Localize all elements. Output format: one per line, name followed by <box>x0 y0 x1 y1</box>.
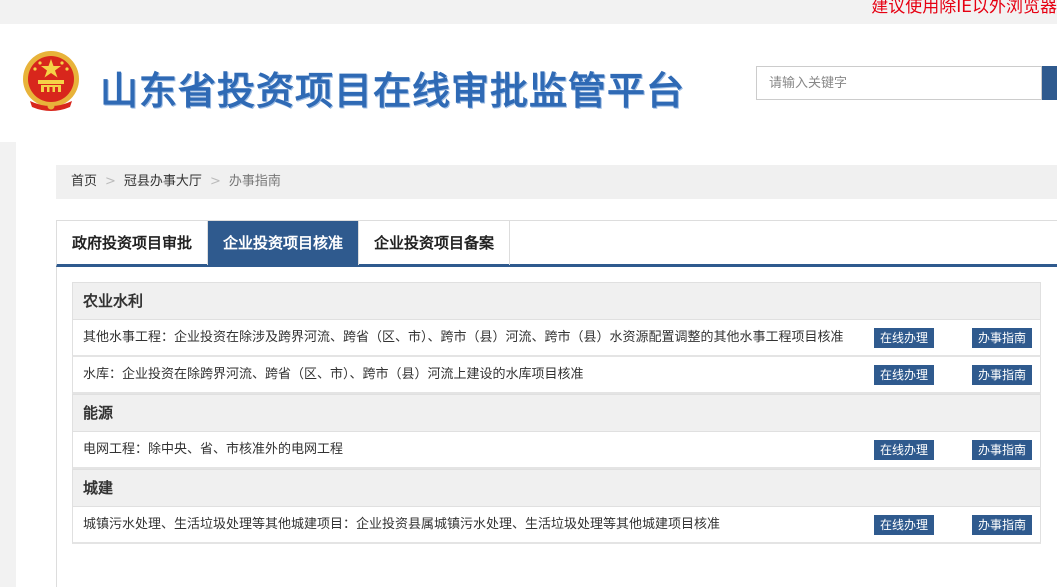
list-item: 城镇污水处理、生活垃圾处理等其他城建项目：企业投资县属城镇污水处理、生活垃圾处理… <box>72 507 1041 544</box>
item-title: 电网工程：除中央、省、市核准外的电网工程 <box>83 442 344 457</box>
tab-bar: 政府投资项目审批 企业投资项目核准 企业投资项目备案 <box>56 220 1057 267</box>
guide-button[interactable]: 办事指南 <box>971 439 1032 460</box>
list-item: 电网工程：除中央、省、市核准外的电网工程 在线办理 办事指南 <box>72 432 1041 469</box>
item-title: 城镇污水处理、生活垃圾处理等其他城建项目：企业投资县属城镇污水处理、生活垃圾处理… <box>83 517 721 532</box>
browser-notice: 建议使用除IE以外浏览器 <box>871 0 1057 17</box>
search-button[interactable] <box>1042 66 1057 100</box>
online-apply-button[interactable]: 在线办理 <box>873 514 934 535</box>
category-header: 城建 <box>72 469 1041 507</box>
breadcrumb-separator: > <box>105 174 116 189</box>
search-input[interactable] <box>756 66 1042 100</box>
breadcrumb-current: 办事指南 <box>228 174 281 189</box>
breadcrumb-home[interactable]: 首页 <box>71 174 97 189</box>
tab-enterprise-approval[interactable]: 企业投资项目核准 <box>208 221 360 265</box>
guide-button[interactable]: 办事指南 <box>971 327 1032 348</box>
guide-button[interactable]: 办事指南 <box>971 364 1032 385</box>
breadcrumb: 首页 > 冠县办事大厅 > 办事指南 <box>56 165 1057 199</box>
site-header: 山东省投资项目在线审批监管平台 <box>0 24 1057 142</box>
online-apply-button[interactable]: 在线办理 <box>873 364 934 385</box>
top-notice-bar: 建议使用除IE以外浏览器 <box>0 0 1057 24</box>
list-item: 水库：企业投资在除跨界河流、跨省（区、市）、跨市（县）河流上建设的水库项目核准 … <box>72 357 1041 394</box>
list-item: 其他水事工程：企业投资在除涉及跨界河流、跨省（区、市）、跨市（县）河流、跨市（县… <box>72 320 1041 357</box>
online-apply-button[interactable]: 在线办理 <box>873 439 934 460</box>
tab-enterprise-filing[interactable]: 企业投资项目备案 <box>359 221 511 265</box>
category-header: 农业水利 <box>72 282 1041 320</box>
category-header: 能源 <box>72 394 1041 432</box>
national-emblem-icon <box>23 51 79 111</box>
breadcrumb-separator: > <box>209 174 221 189</box>
item-title: 水库：企业投资在除跨界河流、跨省（区、市）、跨市（县）河流上建设的水库项目核准 <box>83 367 584 382</box>
guide-list: 农业水利 其他水事工程：企业投资在除涉及跨界河流、跨省（区、市）、跨市（县）河流… <box>56 267 1057 587</box>
item-title: 其他水事工程：企业投资在除涉及跨界河流、跨省（区、市）、跨市（县）河流、跨市（县… <box>83 330 844 345</box>
breadcrumb-hall[interactable]: 冠县办事大厅 <box>124 174 202 189</box>
tab-government-approval[interactable]: 政府投资项目审批 <box>57 221 209 265</box>
online-apply-button[interactable]: 在线办理 <box>873 327 934 348</box>
left-gray-strip <box>0 142 16 587</box>
guide-button[interactable]: 办事指南 <box>971 514 1032 535</box>
site-title: 山东省投资项目在线审批监管平台 <box>100 69 686 113</box>
